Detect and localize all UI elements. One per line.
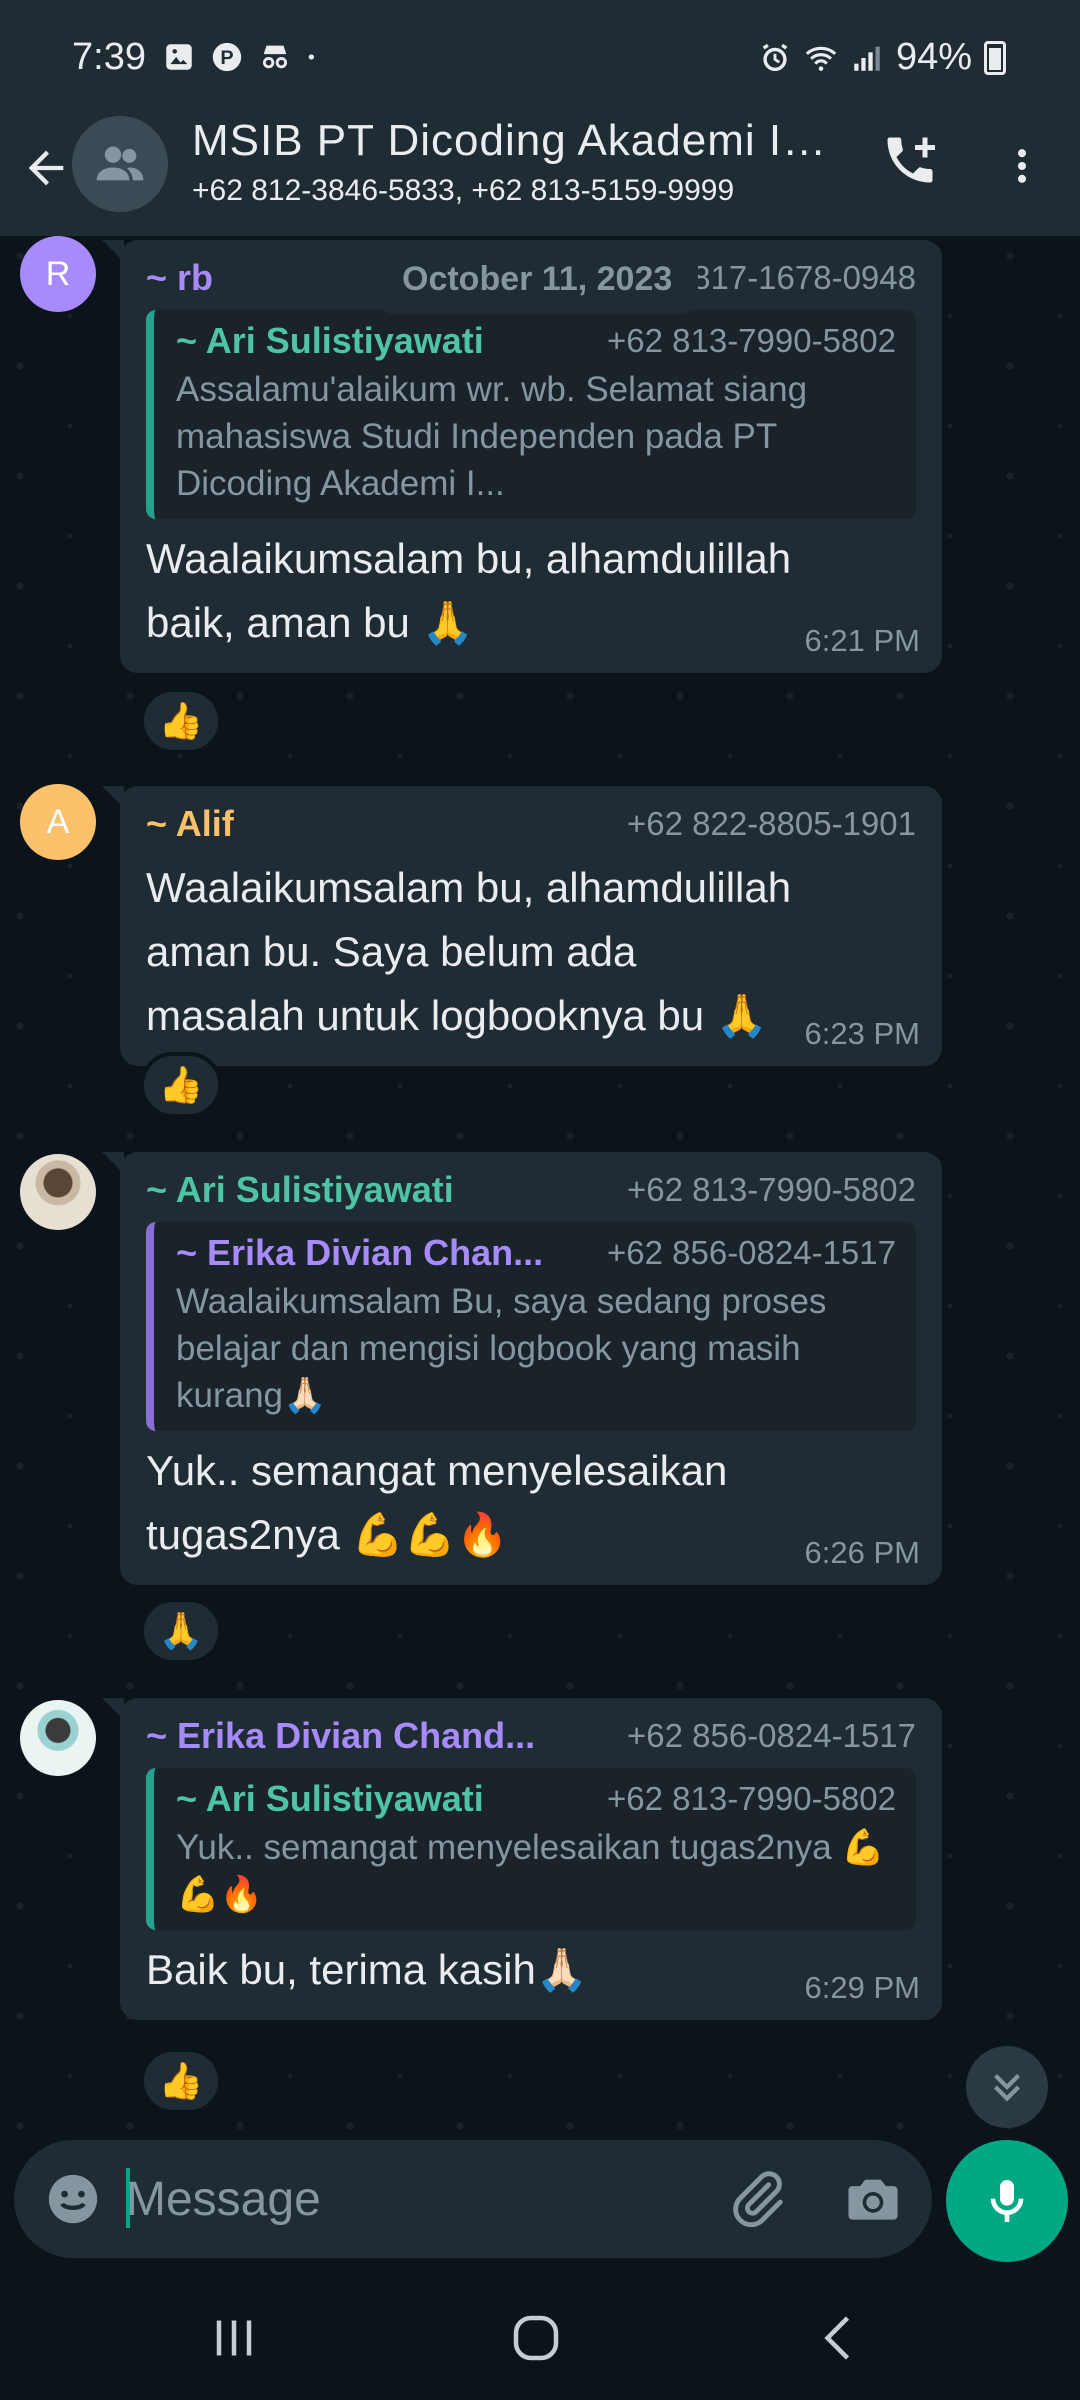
message-input-bar[interactable] <box>14 2140 932 2258</box>
group-avatar[interactable] <box>72 116 168 212</box>
status-bar: 7:39 P 94% <box>0 0 1080 116</box>
quoted-phone: +62 813-7990-5802 <box>606 322 896 359</box>
wifi-icon <box>805 46 837 71</box>
sender-name[interactable]: ~ Alif <box>146 803 234 845</box>
scroll-to-bottom-button[interactable] <box>966 2046 1048 2128</box>
svg-text:P: P <box>220 47 233 69</box>
recent-apps-icon[interactable] <box>204 2308 264 2368</box>
reaction-badge[interactable]: 🙏 <box>140 1598 222 1664</box>
message-time: 6:21 PM <box>804 623 920 658</box>
avatar[interactable]: R <box>20 236 96 312</box>
gallery-icon <box>166 44 192 70</box>
message-bubble[interactable]: ~ Ari Sulistiyawati +62 813-7990-5802 ~ … <box>102 1152 942 1585</box>
add-call-icon[interactable] <box>880 130 940 190</box>
status-system-icons: 94% <box>758 36 1006 79</box>
reaction-badge[interactable]: 👍 <box>140 1052 222 1118</box>
sender-name[interactable]: ~ Ari Sulistiyawati <box>146 1169 454 1211</box>
avatar-letter: A <box>46 802 70 841</box>
quoted-sender: ~ Ari Sulistiyawati <box>176 320 484 361</box>
date-pill: October 11, 2023 <box>376 244 699 314</box>
battery-percent: 94% <box>895 36 972 78</box>
avatar[interactable] <box>20 1154 96 1230</box>
message-text: Waalaikumsalam bu, alhamdulillah aman bu… <box>146 864 792 1039</box>
emoji-icon[interactable] <box>44 2170 102 2228</box>
system-back-icon[interactable] <box>810 2308 870 2368</box>
sender-name[interactable]: ~ rb <box>146 257 213 299</box>
message-text: Baik bu, terima kasih🙏🏻 <box>146 1946 589 1993</box>
sender-phone: +62 822-8805-1901 <box>626 805 916 842</box>
quoted-message[interactable]: ~ Ari Sulistiyawati +62 813-7990-5802 As… <box>146 310 916 519</box>
signal-icon <box>854 46 880 71</box>
message-text: Waalaikumsalam bu, alhamdulillah baik, a… <box>146 535 792 646</box>
chat-area[interactable]: R ~ rb +62 817-1678-0948 ~ Ari Sulistiya… <box>0 236 1080 2136</box>
incognito-icon <box>262 45 288 69</box>
status-notification-icons: P <box>162 40 322 74</box>
home-icon[interactable] <box>506 2308 566 2368</box>
alarm-icon <box>762 43 788 71</box>
group-icon <box>96 146 144 181</box>
status-time: 7:39 <box>72 36 146 78</box>
message-bubble[interactable]: ~ Alif +62 822-8805-1901 Waalaikumsalam … <box>102 786 942 1066</box>
sender-name[interactable]: ~ Erika Divian Chand... <box>146 1715 535 1757</box>
paperclip-icon[interactable] <box>726 2168 788 2230</box>
chat-header[interactable]: MSIB PT Dicoding Akademi Indonesia +62 8… <box>0 116 1080 236</box>
dot-icon <box>308 54 314 60</box>
quoted-phone: +62 856-0824-1517 <box>606 1234 896 1271</box>
avatar-letter: R <box>45 254 71 293</box>
message-text: Yuk.. semangat menyelesaikan tugas2nya 💪… <box>146 1447 728 1558</box>
quoted-phone: +62 813-7990-5802 <box>606 1780 896 1817</box>
reaction-badge[interactable]: 👍 <box>140 688 222 754</box>
group-title[interactable]: MSIB PT Dicoding Akademi Indonesia <box>192 116 832 166</box>
quoted-text: Yuk.. semangat menyelesaikan tugas2nya 💪… <box>176 1828 885 1914</box>
message-time: 6:29 PM <box>804 1970 920 2005</box>
voice-message-button[interactable] <box>946 2140 1068 2262</box>
group-participants[interactable]: +62 812-3846-5833, +62 813-5159-9999 <box>192 174 832 208</box>
arrow-left-icon[interactable] <box>20 142 72 194</box>
system-nav-bar <box>0 2274 1080 2400</box>
camera-icon[interactable] <box>842 2168 904 2230</box>
quoted-text: Waalaikumsalam Bu, saya sedang proses be… <box>176 1282 827 1415</box>
quoted-message[interactable]: ~ Ari Sulistiyawati +62 813-7990-5802 Yu… <box>146 1768 916 1930</box>
quoted-sender: ~ Erika Divian Chan... <box>176 1232 544 1273</box>
pinterest-icon: P <box>212 42 242 72</box>
microphone-icon <box>990 2180 1024 2222</box>
double-chevron-down-icon <box>994 2074 1020 2102</box>
message-input[interactable] <box>126 2162 706 2236</box>
message-bubble[interactable]: ~ Erika Divian Chand... +62 856-0824-151… <box>102 1698 942 2020</box>
quoted-text: Assalamu'alaikum wr. wb. Selamat siang m… <box>176 370 808 503</box>
avatar[interactable] <box>20 1700 96 1776</box>
sender-phone: +62 856-0824-1517 <box>626 1717 916 1754</box>
avatar[interactable]: A <box>20 784 96 860</box>
message-time: 6:23 PM <box>804 1016 920 1051</box>
message-time: 6:26 PM <box>804 1535 920 1570</box>
reaction-badge[interactable]: 👍 <box>140 2048 222 2114</box>
quoted-sender: ~ Ari Sulistiyawati <box>176 1778 484 1819</box>
battery-icon <box>984 40 1006 75</box>
sender-phone: +62 813-7990-5802 <box>626 1171 916 1208</box>
quoted-message[interactable]: ~ Erika Divian Chan... +62 856-0824-1517… <box>146 1222 916 1431</box>
more-vert-icon[interactable] <box>1000 136 1044 196</box>
